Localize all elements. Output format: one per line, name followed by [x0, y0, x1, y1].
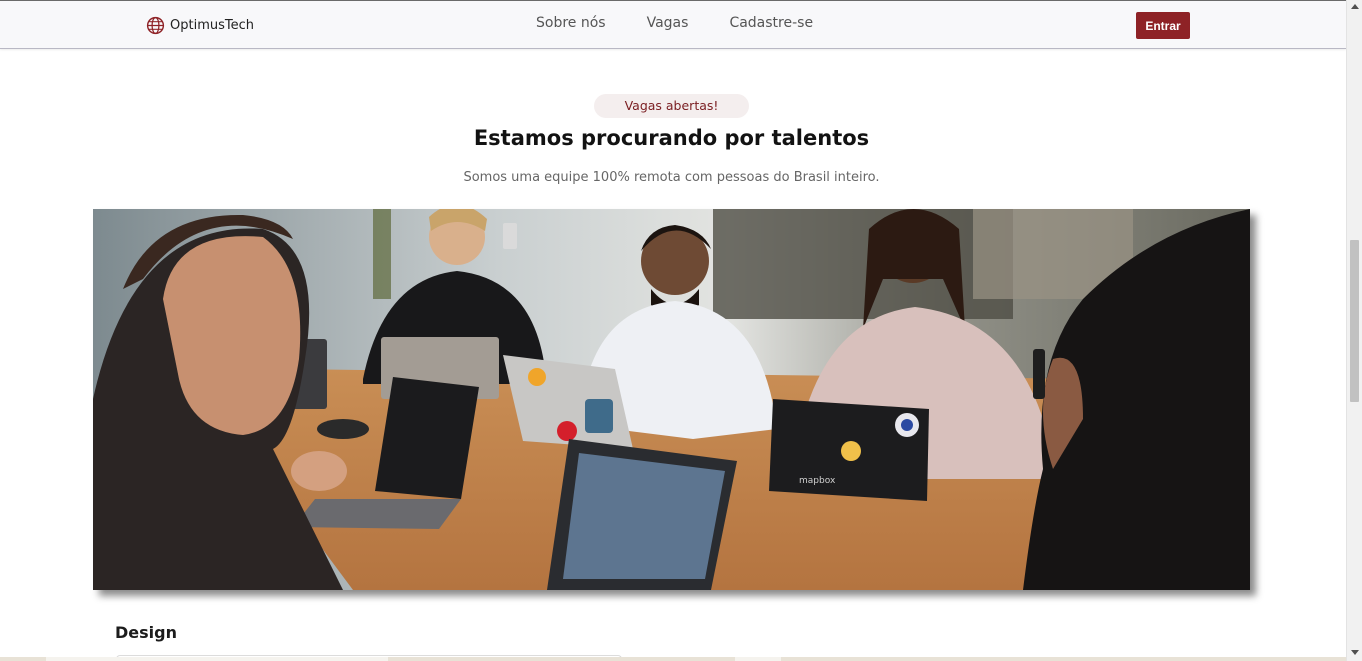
globe-icon: [146, 16, 165, 35]
navbar: OptimusTech Sobre nós Vagas Cadastre-se …: [0, 1, 1346, 49]
team-meeting-photo: mapbox: [93, 209, 1250, 590]
taskbar-segment: [735, 657, 781, 661]
nav-link-cadastre-se[interactable]: Cadastre-se: [729, 15, 813, 31]
nav-link-sobre-nos[interactable]: Sobre nós: [536, 15, 606, 31]
brand-logo[interactable]: OptimusTech: [146, 16, 254, 35]
main-nav: Sobre nós Vagas Cadastre-se: [536, 15, 854, 31]
nav-link-vagas[interactable]: Vagas: [647, 15, 689, 31]
section-title-design: Design: [115, 623, 177, 642]
mapbox-sticker-text: mapbox: [799, 476, 836, 486]
scroll-thumb[interactable]: [1350, 240, 1359, 402]
vertical-scrollbar[interactable]: [1346, 0, 1362, 661]
bottom-strip: [0, 657, 1346, 661]
page-subtitle: Somos uma equipe 100% remota com pessoas…: [463, 170, 880, 185]
page: OptimusTech Sobre nós Vagas Cadastre-se …: [0, 0, 1362, 661]
open-positions-badge: Vagas abertas!: [594, 94, 749, 118]
scroll-down-arrow-icon[interactable]: [1351, 650, 1359, 655]
brand-name: OptimusTech: [170, 18, 254, 33]
page-title: Estamos procurando por talentos: [473, 126, 870, 150]
taskbar-segment: [46, 657, 388, 661]
scroll-up-arrow-icon[interactable]: [1351, 4, 1359, 9]
login-button[interactable]: Entrar: [1136, 12, 1190, 39]
